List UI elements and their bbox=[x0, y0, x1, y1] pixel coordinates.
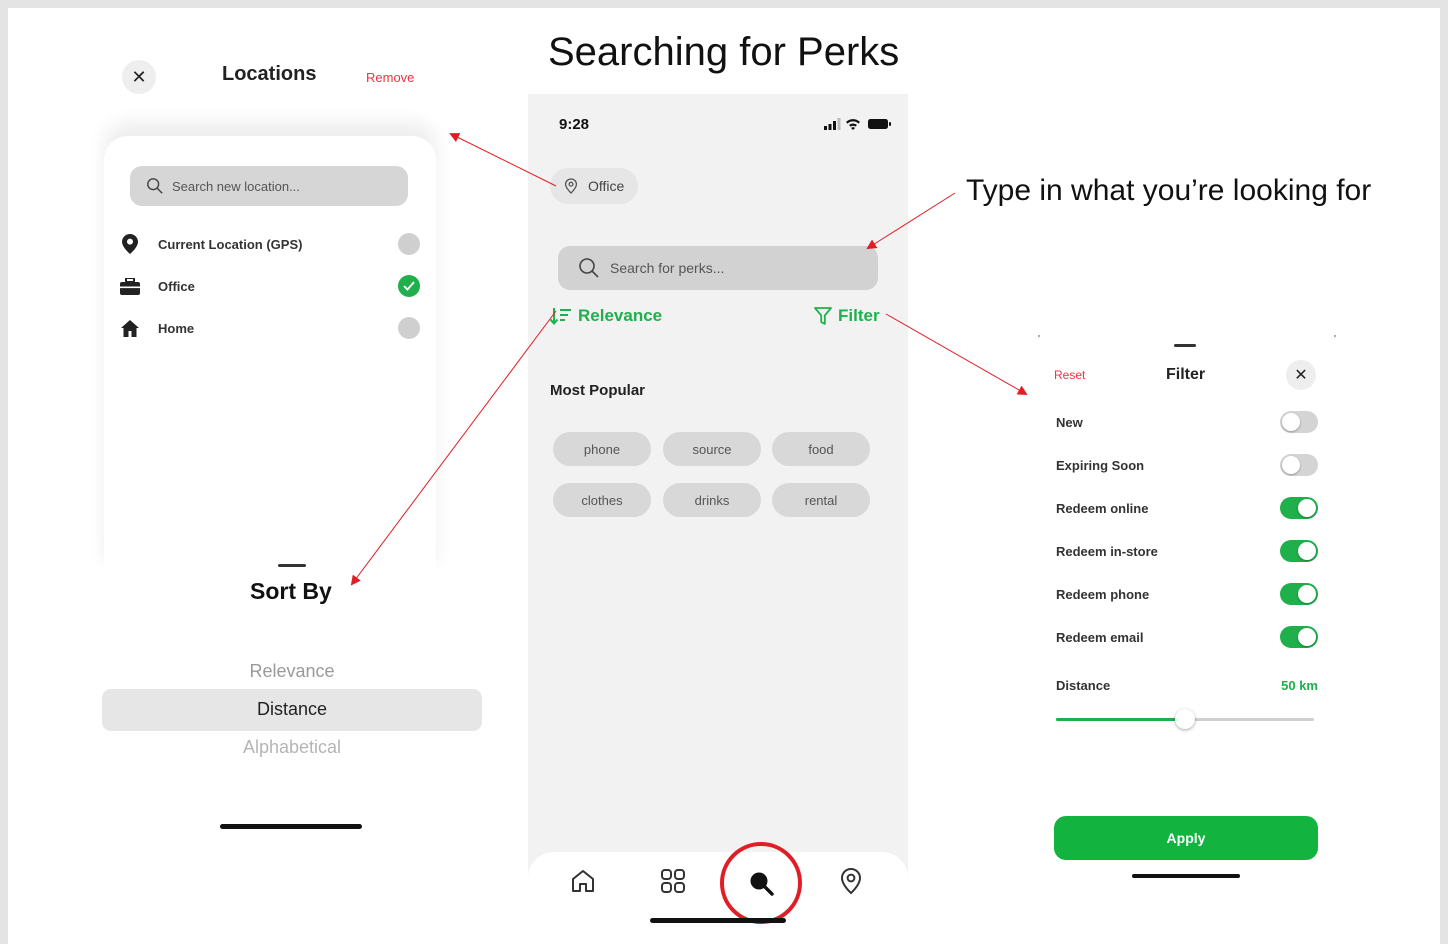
filter-option-label: Redeem online bbox=[1056, 500, 1149, 516]
distance-value: 50 km bbox=[1281, 677, 1318, 693]
slide-canvas: Searching for Perks Type in what you’re … bbox=[8, 8, 1440, 944]
search-icon bbox=[147, 178, 163, 194]
location-radio-selected[interactable] bbox=[398, 275, 420, 297]
filter-sheet-handle[interactable] bbox=[1174, 344, 1196, 347]
tab-categories[interactable] bbox=[656, 864, 690, 898]
location-radio[interactable] bbox=[398, 317, 420, 339]
filter-title: Filter bbox=[1166, 366, 1206, 383]
distance-slider-fill bbox=[1056, 718, 1185, 721]
filter-option-redeem-email: Redeem email bbox=[1056, 625, 1318, 649]
sort-icon bbox=[550, 308, 571, 325]
filter-option-redeem-in-store: Redeem in-store bbox=[1056, 539, 1318, 563]
sort-by-title: Sort By bbox=[250, 578, 332, 604]
tab-home[interactable] bbox=[566, 864, 600, 898]
home-indicator bbox=[220, 824, 362, 829]
close-icon: ✕ bbox=[131, 66, 147, 87]
filter-option-label: Redeem phone bbox=[1056, 586, 1150, 602]
map-pin-icon bbox=[564, 178, 578, 194]
filter-option-label: New bbox=[1056, 414, 1083, 430]
popular-chip[interactable]: rental bbox=[772, 483, 870, 517]
sort-option-distance[interactable]: Distance bbox=[102, 699, 482, 720]
grid-icon bbox=[661, 869, 685, 893]
perk-search-placeholder: Search for perks... bbox=[610, 260, 725, 276]
location-item-label: Home bbox=[158, 320, 195, 336]
corner-mark: ' bbox=[1038, 334, 1040, 345]
toggle-switch[interactable] bbox=[1280, 626, 1318, 648]
location-chip[interactable]: Office bbox=[550, 168, 639, 204]
sort-option-alphabetical[interactable]: Alphabetical bbox=[102, 737, 482, 758]
slide-title: Searching for Perks bbox=[548, 30, 900, 74]
home-indicator bbox=[650, 918, 786, 923]
filter-button[interactable]: Filter bbox=[814, 306, 880, 326]
perk-search-input[interactable]: Search for perks... bbox=[558, 246, 878, 290]
remove-button[interactable]: Remove bbox=[366, 70, 414, 85]
apply-button[interactable]: Apply bbox=[1054, 816, 1318, 860]
filter-option-label: Expiring Soon bbox=[1056, 457, 1145, 473]
sort-button-label: Relevance bbox=[578, 306, 663, 325]
toggle-switch[interactable] bbox=[1280, 411, 1318, 433]
status-icons bbox=[824, 118, 891, 130]
toggle-switch[interactable] bbox=[1280, 454, 1318, 476]
filter-option-redeem-online: Redeem online bbox=[1056, 496, 1318, 520]
location-item-gps[interactable]: Current Location (GPS) bbox=[120, 230, 420, 258]
location-chip-label: Office bbox=[588, 178, 625, 194]
filter-option-label: Redeem in-store bbox=[1056, 543, 1158, 559]
sort-button[interactable]: Relevance bbox=[550, 306, 662, 326]
location-search-placeholder: Search new location... bbox=[172, 178, 300, 194]
search-icon bbox=[579, 258, 599, 278]
location-item-label: Current Location (GPS) bbox=[158, 236, 303, 252]
locations-title: Locations bbox=[222, 63, 317, 85]
popular-chip[interactable]: food bbox=[772, 432, 870, 466]
filter-option-new: New bbox=[1056, 410, 1318, 434]
briefcase-icon bbox=[120, 276, 140, 296]
popular-chip[interactable]: clothes bbox=[553, 483, 651, 517]
home-indicator bbox=[1132, 874, 1240, 878]
map-pin-icon bbox=[120, 234, 140, 254]
reset-button[interactable]: Reset bbox=[1054, 368, 1085, 382]
distance-slider-handle[interactable] bbox=[1175, 709, 1195, 729]
sort-option-relevance[interactable]: Relevance bbox=[102, 661, 482, 682]
phone-screen: 9:28 Office Search for perks... Relevanc… bbox=[528, 94, 908, 944]
location-search-input[interactable]: Search new location... bbox=[130, 166, 408, 206]
location-radio[interactable] bbox=[398, 233, 420, 255]
locations-sheet: Search new location... Current Location … bbox=[104, 136, 436, 576]
popular-chip[interactable]: source bbox=[663, 432, 761, 466]
filter-option-redeem-phone: Redeem phone bbox=[1056, 582, 1318, 606]
distance-label: Distance bbox=[1056, 677, 1111, 693]
popular-chip[interactable]: drinks bbox=[663, 483, 761, 517]
distance-row: Distance 50 km bbox=[1056, 673, 1318, 697]
popular-chip[interactable]: phone bbox=[553, 432, 651, 466]
check-icon bbox=[403, 281, 415, 291]
distance-slider[interactable] bbox=[1056, 709, 1314, 729]
close-button[interactable]: ✕ bbox=[1286, 360, 1316, 390]
home-icon bbox=[120, 318, 140, 338]
tab-map[interactable] bbox=[834, 864, 868, 898]
filter-panel: ' ' Reset Filter ✕ New Expiring Soon Red… bbox=[1038, 334, 1340, 878]
bottom-tab-bar bbox=[528, 852, 908, 944]
close-icon: ✕ bbox=[1294, 367, 1308, 384]
location-item-home[interactable]: Home bbox=[120, 314, 420, 342]
home-icon bbox=[572, 870, 594, 892]
filter-icon bbox=[814, 307, 832, 325]
filter-option-expiring-soon: Expiring Soon bbox=[1056, 453, 1318, 477]
locations-header: ✕ Locations Remove bbox=[104, 36, 436, 136]
close-button[interactable]: ✕ bbox=[122, 60, 156, 94]
locations-panel: ' ' ✕ Locations Remove Search new locati… bbox=[104, 36, 436, 576]
filter-button-label: Filter bbox=[838, 306, 880, 325]
search-caption: Type in what you’re looking for bbox=[966, 174, 1372, 207]
location-pin-icon bbox=[840, 867, 862, 895]
most-popular-title: Most Popular bbox=[550, 382, 646, 399]
active-tab-highlight bbox=[720, 842, 802, 924]
sort-sheet-handle[interactable] bbox=[278, 564, 306, 567]
filter-option-label: Redeem email bbox=[1056, 629, 1144, 645]
status-time: 9:28 bbox=[559, 116, 590, 133]
location-item-label: Office bbox=[158, 278, 195, 294]
location-item-office[interactable]: Office bbox=[120, 272, 420, 300]
toggle-switch[interactable] bbox=[1280, 583, 1318, 605]
corner-mark: ' bbox=[1334, 334, 1336, 345]
toggle-switch[interactable] bbox=[1280, 497, 1318, 519]
toggle-switch[interactable] bbox=[1280, 540, 1318, 562]
